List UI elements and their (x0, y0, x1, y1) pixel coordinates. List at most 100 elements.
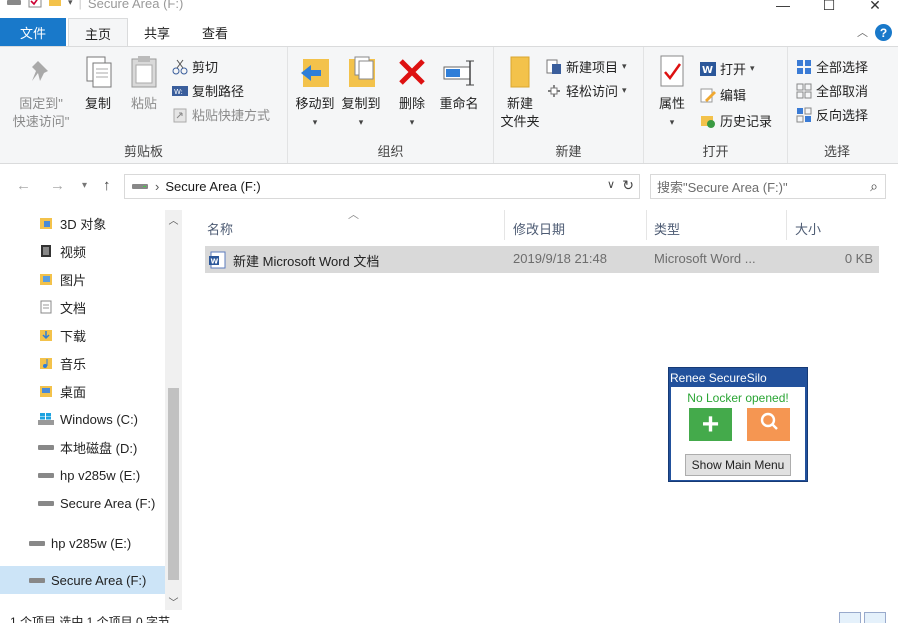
pin-label: 固定到" 快速访问" (12, 96, 70, 129)
large-icons-view-icon[interactable] (864, 612, 886, 623)
properties-button[interactable]: 属性 ▾ (650, 53, 694, 131)
rename-icon (442, 53, 476, 91)
new-folder-button[interactable]: 新建 文件夹 (498, 53, 542, 131)
nav-item-pictures[interactable]: 图片 (0, 266, 165, 292)
column-header-size[interactable]: 大小 (795, 215, 821, 241)
delete-dropdown-icon: ▾ (409, 117, 415, 127)
securesilo-widget: Renee SecureSilo No Locker opened! + Sho… (668, 367, 808, 482)
invert-selection-button[interactable]: 反向选择 (796, 105, 868, 124)
close-button[interactable]: ✕ (852, 0, 898, 16)
3d-objects-icon (38, 215, 54, 231)
pin-icon (24, 53, 58, 91)
rename-label: 重命名 (439, 96, 479, 111)
new-group: 新建 文件夹 新建项目 ▾ 轻松访问 ▾ 新建 (494, 47, 644, 163)
select-none-button[interactable]: 全部取消 (796, 81, 868, 100)
delete-button[interactable]: 删除 ▾ (392, 53, 432, 131)
tab-view[interactable]: 查看 (186, 18, 244, 47)
easy-access-button[interactable]: 轻松访问 ▾ (546, 81, 627, 100)
nav-item-documents[interactable]: 文档 (0, 294, 165, 320)
securesilo-panel: No Locker opened! + Show Main Menu (671, 387, 805, 480)
breadcrumb-path[interactable]: Secure Area (F:) (165, 179, 260, 194)
nav-item-hp-e-root[interactable]: hp v285w (E:) (0, 530, 165, 556)
open-group-label: 打开 (702, 144, 729, 159)
forward-arrow-icon[interactable]: → (50, 177, 65, 194)
nav-item-label: 视频 (60, 244, 87, 260)
title-bar: ▾ | Secure Area (F:) — ☐ ✕ (0, 0, 898, 18)
videos-icon (38, 243, 54, 259)
invert-selection-label: 反向选择 (816, 108, 869, 123)
nav-item-secure-f-root[interactable]: Secure Area (F:) (0, 566, 165, 594)
address-bar[interactable]: › Secure Area (F:) ∨ ↻ (124, 174, 640, 199)
column-header-type[interactable]: 类型 (654, 215, 680, 241)
history-button[interactable]: 历史记录 (700, 111, 772, 130)
copy-to-button[interactable]: 复制到 ▾ (338, 53, 384, 131)
recent-locations-icon[interactable]: ▾ (82, 180, 87, 191)
paste-shortcut-button[interactable]: 粘贴快捷方式 (172, 105, 270, 124)
copy-button[interactable]: 复制 (78, 53, 118, 113)
nav-item-desktop[interactable]: 桌面 (0, 378, 165, 404)
collapse-ribbon-icon[interactable]: ︿ (857, 24, 868, 40)
show-main-menu-button[interactable]: Show Main Menu (685, 454, 791, 476)
copy-path-button[interactable]: W: 复制路径 (172, 81, 244, 100)
word-icon: W (700, 61, 716, 77)
nav-item-label: Secure Area (F:) (51, 572, 147, 588)
nav-item-hp-e[interactable]: hp v285w (E:) (0, 462, 165, 488)
nav-item-music[interactable]: 音乐 (0, 350, 165, 376)
new-item-dropdown-icon: ▾ (622, 61, 627, 71)
customize-toolbar-icon[interactable]: ▾ (68, 0, 73, 8)
easy-access-dropdown-icon: ▾ (622, 85, 627, 95)
tab-share[interactable]: 共享 (128, 18, 186, 47)
tab-file[interactable]: 文件 (0, 18, 66, 47)
tab-home[interactable]: 主页 (68, 18, 129, 47)
column-header-name[interactable]: 名称 (207, 215, 233, 241)
minimize-button[interactable]: — (760, 0, 806, 16)
new-item-button[interactable]: 新建项目 ▾ (546, 57, 627, 76)
nav-item-label: 图片 (60, 272, 87, 288)
nav-item-downloads[interactable]: 下载 (0, 322, 165, 348)
file-type: Microsoft Word ... (654, 251, 756, 266)
open-button[interactable]: W 打开 ▾ (700, 59, 755, 78)
nav-item-windows-c[interactable]: Windows (C:) (0, 406, 165, 432)
edit-button[interactable]: 编辑 (700, 85, 746, 104)
edit-pencil-icon (700, 87, 716, 103)
cut-button[interactable]: 剪切 (172, 57, 218, 76)
search-locker-button[interactable] (747, 408, 790, 441)
drive-icon (38, 439, 54, 455)
drive-icon (29, 535, 45, 551)
rename-button[interactable]: 重命名 (434, 53, 484, 113)
nav-item-label: 下载 (60, 328, 87, 344)
new-folder-quick-icon[interactable] (48, 0, 62, 11)
cut-label: 剪切 (192, 60, 219, 75)
nav-item-local-d[interactable]: 本地磁盘 (D:) (0, 434, 165, 460)
scroll-up-icon[interactable]: ︿ (165, 212, 182, 227)
securesilo-title: Renee SecureSilo (670, 371, 767, 385)
navigation-row: ← → ▾ ↑ › Secure Area (F:) ∨ ↻ 搜索"Secure… (0, 164, 898, 210)
maximize-button[interactable]: ☐ (806, 0, 852, 16)
add-locker-button[interactable]: + (689, 408, 732, 441)
paste-button[interactable]: 粘贴 (124, 53, 164, 113)
checkbox-properties-icon[interactable] (28, 0, 42, 11)
scrollbar-thumb[interactable] (168, 388, 179, 580)
pin-quick-access-button[interactable]: 固定到" 快速访问" (6, 53, 76, 131)
select-all-button[interactable]: 全部选择 (796, 57, 868, 76)
move-to-button[interactable]: 移动到 ▾ (292, 53, 338, 131)
back-arrow-icon[interactable]: ← (16, 177, 31, 194)
nav-item-3d-objects[interactable]: 3D 对象 (0, 210, 165, 236)
locker-status: No Locker opened! (687, 391, 789, 405)
drive-icon (29, 572, 45, 588)
nav-item-videos[interactable]: 视频 (0, 238, 165, 264)
refresh-icon[interactable]: ↻ (622, 177, 634, 194)
up-arrow-icon[interactable]: ↑ (103, 177, 111, 194)
nav-item-secure-f[interactable]: Secure Area (F:) (0, 490, 165, 516)
column-header-date[interactable]: 修改日期 (513, 215, 565, 241)
copy-path-icon: W: (172, 83, 188, 99)
nav-scrollbar[interactable]: ︿ ﹀ (165, 210, 182, 610)
help-icon[interactable]: ? (875, 24, 892, 41)
scroll-down-icon[interactable]: ﹀ (165, 594, 182, 609)
search-icon[interactable]: ⌕ (870, 178, 878, 195)
search-input[interactable]: 搜索"Secure Area (F:)" ⌕ (650, 174, 886, 199)
table-row[interactable]: W 新建 Microsoft Word 文档 2019/9/18 21:48 M… (205, 246, 879, 273)
address-dropdown-icon[interactable]: ∨ (607, 178, 615, 191)
details-view-icon[interactable] (839, 612, 861, 623)
copy-to-dropdown-icon: ▾ (358, 117, 364, 127)
